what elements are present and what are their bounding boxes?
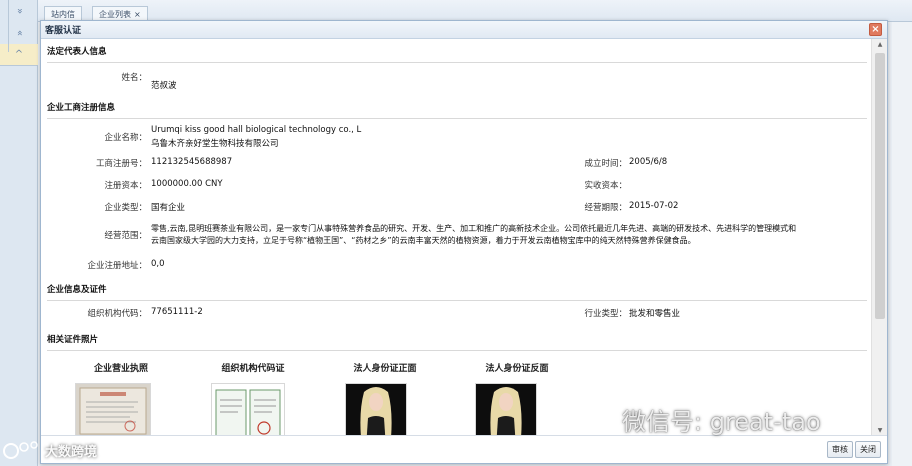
dialog-footer: 审核 关闭	[41, 435, 887, 463]
verification-dialog: 客服认证 × 法定代表人信息 姓名： 范叔波 企业工商注册信息 企业名称： Ur…	[40, 20, 888, 464]
paid-capital-label: 实收资本：	[584, 181, 627, 191]
dialog-title: 客服认证	[45, 26, 82, 36]
type-value: 国有企业	[151, 203, 186, 213]
wechat-icon	[582, 405, 615, 432]
org-code-label: 组织机构代码：	[87, 309, 147, 319]
dialog-body: 法定代表人信息 姓名： 范叔波 企业工商注册信息 企业名称： Urumqi ki…	[41, 39, 873, 437]
address-label: 企业注册地址：	[87, 261, 147, 271]
industry-label: 行业类型：	[584, 309, 627, 319]
name-value: 范叔波	[151, 81, 177, 91]
id-card-back-image[interactable]	[475, 383, 537, 437]
business-license-image[interactable]	[75, 383, 151, 437]
section-enterprise-cert: 企业信息及证件	[47, 277, 867, 301]
scroll-up-icon[interactable]: ▲	[872, 39, 888, 51]
reg-no-value: 112132545688987	[151, 157, 233, 167]
photo-title-id-front: 法人身份证正面	[353, 364, 417, 374]
name-label: 姓名：	[121, 73, 147, 83]
app-left-rail: » « ^	[0, 0, 38, 466]
close-button[interactable]: 关闭	[855, 441, 881, 458]
industry-value: 批发和零售业	[629, 309, 681, 319]
legal-rep-name-row: 姓名： 范叔波	[47, 63, 867, 95]
app-scrollbar[interactable]	[892, 22, 912, 466]
founded-label: 成立时间：	[584, 159, 627, 169]
scope-label: 经营范围：	[104, 231, 147, 241]
dialog-scrollbar[interactable]: ▲ ▼	[871, 39, 887, 437]
org-code-cert-image[interactable]	[211, 383, 285, 437]
photo-title-id-back: 法人身份证反面	[485, 364, 549, 374]
term-label: 经营期限：	[584, 203, 627, 213]
company-name-label: 企业名称：	[104, 133, 147, 143]
approve-button[interactable]: 审核	[827, 441, 853, 458]
wechat-watermark-text: 微信号: great-tao	[622, 407, 821, 436]
tab-label: 企业列表	[99, 10, 131, 19]
section-photos: 相关证件照片	[47, 327, 867, 351]
scroll-thumb[interactable]	[875, 53, 885, 319]
collapse-icon[interactable]: «	[8, 14, 30, 52]
tab-label: 站内信	[51, 10, 75, 19]
section-business-reg: 企业工商注册信息	[47, 95, 867, 119]
brand-watermark-text: 大数跨境	[45, 444, 98, 460]
capital-value: 1000000.00 CNY	[151, 179, 223, 189]
term-value: 2015-07-02	[629, 201, 679, 211]
founded-value: 2005/6/8	[629, 157, 668, 167]
app-tab-bar: 站内信 企业列表 ×	[0, 0, 912, 22]
address-value: 0,0	[151, 259, 165, 269]
type-label: 企业类型：	[104, 203, 147, 213]
scope-line-2: 云南国家级大学园的大力支持，立足于号称“植物王国”、“药材之乡”的云南丰富天然的…	[151, 236, 696, 245]
business-reg-block: 企业名称： Urumqi kiss good hall biological t…	[47, 119, 867, 277]
id-card-front-image[interactable]	[345, 383, 407, 437]
section-legal-rep: 法定代表人信息	[47, 39, 867, 63]
photo-title-business-license: 企业营业执照	[93, 364, 148, 374]
scope-line-1: 零售,云南,昆明班赛茶业有限公司，是一家专门从事特殊营养食品的研究、开发、生产、…	[151, 224, 797, 233]
wechat-watermark: 微信号: great-tao	[582, 400, 892, 438]
photo-title-org-code-cert: 组织机构代码证	[221, 364, 285, 374]
tab-close-icon[interactable]: ×	[134, 10, 141, 19]
enterprise-cert-row: 组织机构代码： 77651111-2 行业类型： 批发和零售业	[47, 301, 867, 327]
reg-no-label: 工商注册号：	[95, 159, 147, 169]
brand-logo-icon	[3, 441, 38, 459]
company-name-en: Urumqi kiss good hall biological technol…	[151, 125, 362, 135]
company-name-cn: 乌鲁木齐亲好堂生物科技有限公司	[151, 139, 279, 149]
org-code-value: 77651111-2	[151, 307, 203, 317]
dialog-header: 客服认证 ×	[41, 21, 887, 39]
brand-watermark: 大数跨境	[2, 436, 97, 464]
close-icon[interactable]: ×	[869, 23, 882, 36]
capital-label: 注册资本：	[104, 181, 147, 191]
